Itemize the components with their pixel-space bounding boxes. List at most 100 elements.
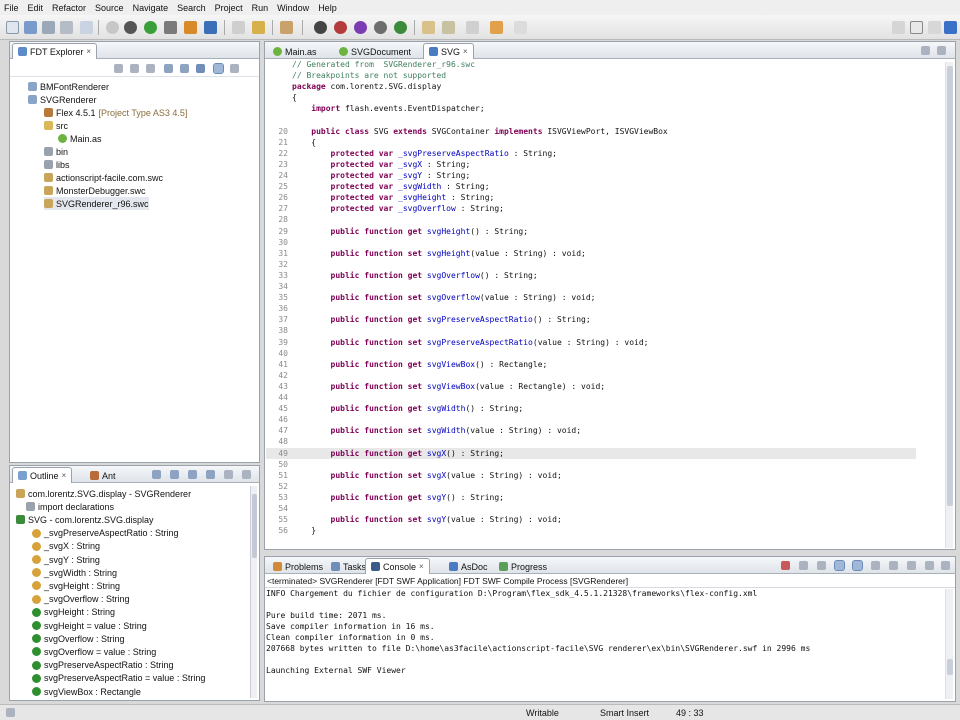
outline-scrollbar[interactable] [250, 486, 257, 698]
green-tool-icon[interactable] [394, 21, 407, 34]
open-perspective-icon[interactable] [892, 21, 905, 34]
open-console-icon[interactable] [907, 561, 916, 570]
code-line[interactable]: 33 public function get svgOverflow() : S… [266, 270, 916, 281]
code-line[interactable]: 51 public function set svgX(value : Stri… [266, 470, 916, 481]
code-line[interactable]: 39 public function set svgPreserveAspect… [266, 337, 916, 348]
code-line[interactable]: 48 [266, 436, 916, 447]
purple-tool-icon[interactable] [354, 21, 367, 34]
menu-refactor[interactable]: Refactor [52, 3, 86, 13]
code-line[interactable]: { [266, 92, 916, 103]
code-line[interactable]: 44 [266, 392, 916, 403]
debug-perspective-icon[interactable] [928, 21, 941, 34]
profile-icon[interactable] [164, 21, 177, 34]
menu-search[interactable]: Search [177, 3, 206, 13]
stop-icon[interactable] [314, 21, 327, 34]
hide-fields-icon[interactable] [170, 470, 179, 479]
code-line[interactable]: 49 public function get svgX() : String; [266, 447, 916, 459]
maximize-icon[interactable] [941, 561, 950, 570]
terminal-icon[interactable] [80, 21, 93, 34]
tree-item[interactable]: MonsterDebugger.swc [44, 184, 146, 197]
outline-item[interactable]: com.lorentz.SVG.display - SVGRenderer [16, 487, 191, 500]
code-line[interactable]: 29 public function get svgHeight() : Str… [266, 226, 916, 237]
code-line[interactable]: 22 protected var _svgPreserveAspectRatio… [266, 148, 916, 159]
code-line[interactable]: 43 public function set svgViewBox(value … [266, 381, 916, 392]
code-line[interactable]: 31 public function set svgHeight(value :… [266, 248, 916, 259]
build-icon[interactable] [184, 21, 197, 34]
code-line[interactable]: 47 public function set svgWidth(value : … [266, 425, 916, 436]
code-line[interactable] [266, 115, 916, 126]
menu-navigate[interactable]: Navigate [133, 3, 169, 13]
code-line[interactable]: 32 [266, 259, 916, 270]
hide-static-icon[interactable] [188, 470, 197, 479]
maximize-icon[interactable] [937, 46, 946, 55]
hide-nonpublic-icon[interactable] [206, 470, 215, 479]
tree-item[interactable]: bin [44, 145, 68, 158]
outline-item[interactable]: _svgWidth : String [32, 566, 117, 579]
tab-outline[interactable]: Outline × [12, 467, 73, 483]
brush-icon[interactable] [280, 21, 293, 34]
code-line[interactable]: 40 [266, 348, 916, 359]
code-line[interactable]: 54 [266, 503, 916, 514]
menu-source[interactable]: Source [95, 3, 124, 13]
menu-project[interactable]: Project [215, 3, 243, 13]
code-line[interactable]: 50 [266, 459, 916, 470]
tab-asdoc[interactable]: AsDoc [443, 558, 494, 574]
tree-item[interactable]: src [44, 119, 68, 132]
history-icon[interactable] [514, 21, 527, 34]
toggle-view-icon[interactable] [213, 63, 224, 74]
code-line[interactable]: 25 protected var _svgWidth : String; [266, 181, 916, 192]
gray-tool-icon[interactable] [374, 21, 387, 34]
code-line[interactable]: // Generated from SVGRenderer_r96.swc [266, 59, 916, 70]
code-line[interactable]: 52 [266, 481, 916, 492]
code-editor[interactable]: // Generated from SVGRenderer_r96.swc // … [266, 59, 930, 542]
record-icon[interactable] [334, 21, 347, 34]
code-line[interactable]: 53 public function get svgY() : String; [266, 492, 916, 503]
code-line[interactable]: 24 protected var _svgY : String; [266, 170, 916, 181]
code-line[interactable]: 41 public function get svgViewBox() : Re… [266, 359, 916, 370]
tab-problems[interactable]: Problems [267, 558, 329, 574]
tree-item[interactable]: Flex 4.5.1 [Project Type AS3 4.5] [44, 106, 187, 119]
code-line[interactable]: 55 public function set svgY(value : Stri… [266, 514, 916, 525]
next-annotation-icon[interactable] [442, 21, 455, 34]
terminate-icon[interactable] [781, 561, 790, 570]
editor-scrollbar[interactable] [945, 62, 953, 548]
new-icon[interactable] [6, 21, 19, 34]
code-line[interactable]: 45 public function get svgWidth() : Stri… [266, 403, 916, 414]
close-icon[interactable]: × [419, 562, 424, 571]
fast-view-icon[interactable] [6, 708, 15, 717]
new-class-icon[interactable] [204, 21, 217, 34]
menu-edit[interactable]: Edit [28, 3, 44, 13]
debug-icon[interactable] [124, 21, 137, 34]
print-icon[interactable] [60, 21, 73, 34]
pin-console-icon[interactable] [852, 560, 863, 571]
scrollbar-thumb[interactable] [947, 66, 953, 506]
info-icon[interactable] [910, 21, 923, 34]
tree-item[interactable]: actionscript-facile.com.swc [44, 171, 163, 184]
close-icon[interactable]: × [62, 471, 67, 480]
console-scrollbar[interactable] [945, 589, 953, 699]
menu-file[interactable]: File [4, 3, 19, 13]
annotation-icon[interactable] [422, 21, 435, 34]
code-line[interactable]: 28 [266, 214, 916, 225]
outline-item[interactable]: _svgOverflow : String [32, 593, 130, 606]
save-icon[interactable] [24, 21, 37, 34]
filter-icon[interactable] [196, 64, 205, 73]
code-line[interactable]: 35 public function set svgOverflow(value… [266, 292, 916, 303]
code-line[interactable]: 30 [266, 237, 916, 248]
code-line[interactable]: 46 [266, 414, 916, 425]
tree-item[interactable]: SVGRenderer [28, 93, 97, 106]
code-line[interactable]: 34 [266, 281, 916, 292]
outline-item[interactable]: svgHeight : String [32, 606, 115, 619]
outline-item[interactable]: import declarations [26, 500, 114, 513]
link-editor-icon[interactable] [180, 64, 189, 73]
outline-item[interactable]: svgViewBox : Rectangle [32, 685, 141, 698]
view-menu-icon[interactable] [230, 64, 239, 73]
close-icon[interactable]: × [463, 47, 468, 56]
tab-progress[interactable]: Progress [493, 558, 553, 574]
code-line[interactable]: 23 protected var _svgX : String; [266, 159, 916, 170]
remove-launch-icon[interactable] [799, 561, 808, 570]
tree-item[interactable]: SVGRenderer_r96.swc [44, 197, 149, 210]
sort-icon[interactable] [152, 470, 161, 479]
outline-item[interactable]: svgPreserveAspectRatio = value : String [32, 672, 205, 685]
outline-item[interactable]: svgHeight = value : String [32, 619, 147, 632]
